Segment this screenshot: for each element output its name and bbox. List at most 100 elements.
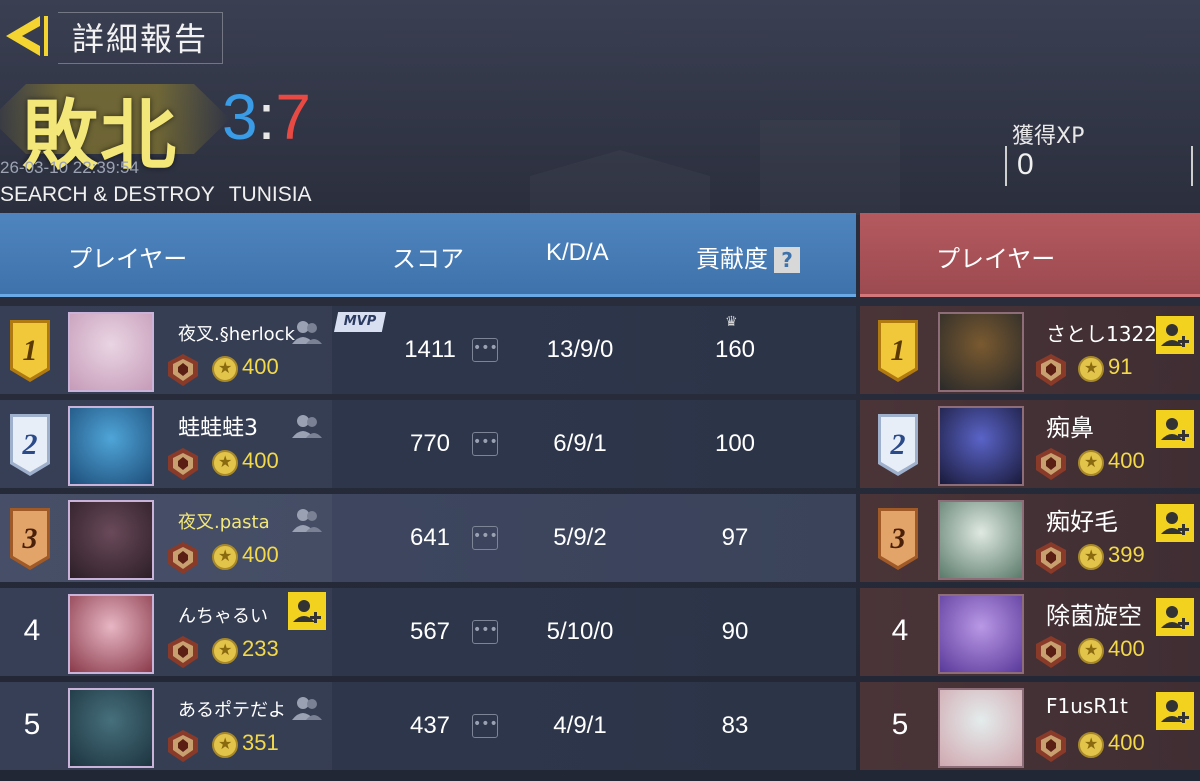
avatar[interactable] <box>68 312 154 392</box>
svg-text:1: 1 <box>23 334 38 367</box>
avatar[interactable] <box>68 688 154 768</box>
blue-player-row[interactable]: 1 夜叉.§herlock 400 MVP 1411 ••• 13/9/0 ♛ … <box>0 306 856 394</box>
coin-star-icon <box>212 356 238 382</box>
coin-value: 400 <box>1108 636 1145 661</box>
rank-emblem-icon <box>1032 540 1070 576</box>
friend-icon <box>290 316 324 350</box>
coin-value: 400 <box>242 448 279 473</box>
rank-medal-icon: 3 <box>876 508 920 570</box>
player-name[interactable]: 痴好毛 <box>1046 502 1118 537</box>
rank-emblem-icon <box>1032 352 1070 388</box>
add-friend-icon <box>288 600 326 634</box>
avatar[interactable] <box>938 594 1024 674</box>
add-friend-button[interactable] <box>1156 598 1194 636</box>
blue-player-row[interactable]: 5 あるポテだよ 351 437 ••• 4/9/1 83 <box>0 682 856 770</box>
player-contribution: 160 <box>714 336 756 363</box>
more-dots-icon[interactable]: ••• <box>472 714 498 738</box>
avatar[interactable] <box>68 500 154 580</box>
coin-value: 400 <box>242 542 279 567</box>
player-name[interactable]: 夜叉.§herlock <box>178 320 295 346</box>
rank-emblem-icon <box>164 540 202 576</box>
red-player-row[interactable]: 1 さとし1322 91 <box>860 306 1200 394</box>
avatar[interactable] <box>68 406 154 486</box>
rank-emblem-icon <box>1032 446 1070 482</box>
coin-value: 233 <box>242 636 279 661</box>
red-player-row[interactable]: 4 除菌旋空 400 <box>860 588 1200 676</box>
rank-medal-icon: 2 <box>876 414 920 476</box>
help-icon[interactable]: ? <box>774 247 800 273</box>
svg-text:2: 2 <box>890 428 906 461</box>
svg-text:3: 3 <box>890 522 906 555</box>
more-dots-icon[interactable]: ••• <box>472 432 498 456</box>
col-contribution: 貢献度? <box>696 239 800 274</box>
player-name[interactable]: 蛙蛙蛙3 <box>178 410 258 442</box>
avatar[interactable] <box>938 312 1024 392</box>
player-name[interactable]: F1usR1t <box>1046 694 1128 718</box>
rank-medal-icon: 1 <box>8 320 52 382</box>
player-kda: 13/9/0 <box>546 336 614 363</box>
add-friend-button[interactable] <box>1156 692 1194 730</box>
svg-text:3: 3 <box>22 522 38 555</box>
add-friend-icon <box>1156 418 1194 452</box>
avatar[interactable] <box>938 500 1024 580</box>
player-kda: 5/9/2 <box>553 524 607 551</box>
add-friend-button[interactable] <box>1156 504 1194 542</box>
back-arrow-icon <box>6 16 48 56</box>
rank-number: 4 <box>891 614 909 647</box>
match-score: 3:7 <box>222 80 311 154</box>
add-friend-button[interactable] <box>288 592 326 630</box>
coin-value: 400 <box>1108 730 1145 755</box>
blue-player-row[interactable]: 4 んちゃるい 233 567 ••• 5/10/0 90 <box>0 588 856 676</box>
player-contribution: 100 <box>714 430 756 457</box>
map-name: TUNISIA <box>228 183 312 206</box>
col-player: プレイヤー <box>68 245 188 273</box>
col-contribution-label: 貢献度 <box>696 245 768 273</box>
col-score: スコア <box>392 245 464 273</box>
coin-value: 351 <box>242 730 279 755</box>
blue-player-row[interactable]: 3 夜叉.pasta 400 641 ••• 5/9/2 97 <box>0 494 856 582</box>
player-kda: 6/9/1 <box>553 430 607 457</box>
svg-text:2: 2 <box>22 428 38 461</box>
player-score: 567 <box>409 618 451 645</box>
avatar[interactable] <box>68 594 154 674</box>
red-player-row[interactable]: 3 痴好毛 399 <box>860 494 1200 582</box>
avatar[interactable] <box>938 688 1024 768</box>
rank-emblem-icon <box>164 352 202 388</box>
more-dots-icon[interactable]: ••• <box>472 338 498 362</box>
friend-icon <box>290 504 324 538</box>
more-dots-icon[interactable]: ••• <box>472 620 498 644</box>
more-dots-icon[interactable]: ••• <box>472 526 498 550</box>
rank-number: 5 <box>891 708 909 741</box>
score-red: 7 <box>275 81 311 153</box>
add-friend-button[interactable] <box>1156 316 1194 354</box>
player-contribution: 83 <box>721 712 749 739</box>
blue-player-row[interactable]: 2 蛙蛙蛙3 400 770 ••• 6/9/1 100 <box>0 400 856 488</box>
player-name[interactable]: さとし1322 <box>1046 318 1157 347</box>
player-name[interactable]: んちゃるい <box>178 602 268 628</box>
score-blue: 3 <box>222 81 258 153</box>
add-friend-button[interactable] <box>1156 410 1194 448</box>
coin-value: 399 <box>1108 542 1145 567</box>
score-separator: : <box>257 81 276 153</box>
coin-star-icon <box>1078 450 1104 476</box>
add-friend-icon <box>1156 606 1194 640</box>
coin-star-icon <box>1078 356 1104 382</box>
red-player-row[interactable]: 2 痴鼻 400 <box>860 400 1200 488</box>
coin-star-icon <box>212 732 238 758</box>
player-name[interactable]: 夜叉.pasta <box>178 508 270 534</box>
add-friend-icon <box>1156 512 1194 546</box>
rank-number: 4 <box>23 614 41 647</box>
player-score: 770 <box>409 430 451 457</box>
player-contribution: 97 <box>721 524 749 551</box>
xp-value: 0 <box>1017 148 1034 181</box>
red-player-row[interactable]: 5 F1usR1t 400 <box>860 682 1200 770</box>
player-name[interactable]: 痴鼻 <box>1046 408 1094 443</box>
back-button[interactable] <box>0 10 52 62</box>
player-name[interactable]: あるポテだよ <box>178 696 286 722</box>
rank-emblem-icon <box>164 446 202 482</box>
player-name[interactable]: 除菌旋空 <box>1046 596 1142 631</box>
player-score: 1411 <box>404 336 456 363</box>
friend-icon <box>290 692 324 726</box>
avatar[interactable] <box>938 406 1024 486</box>
player-score: 437 <box>409 712 451 739</box>
